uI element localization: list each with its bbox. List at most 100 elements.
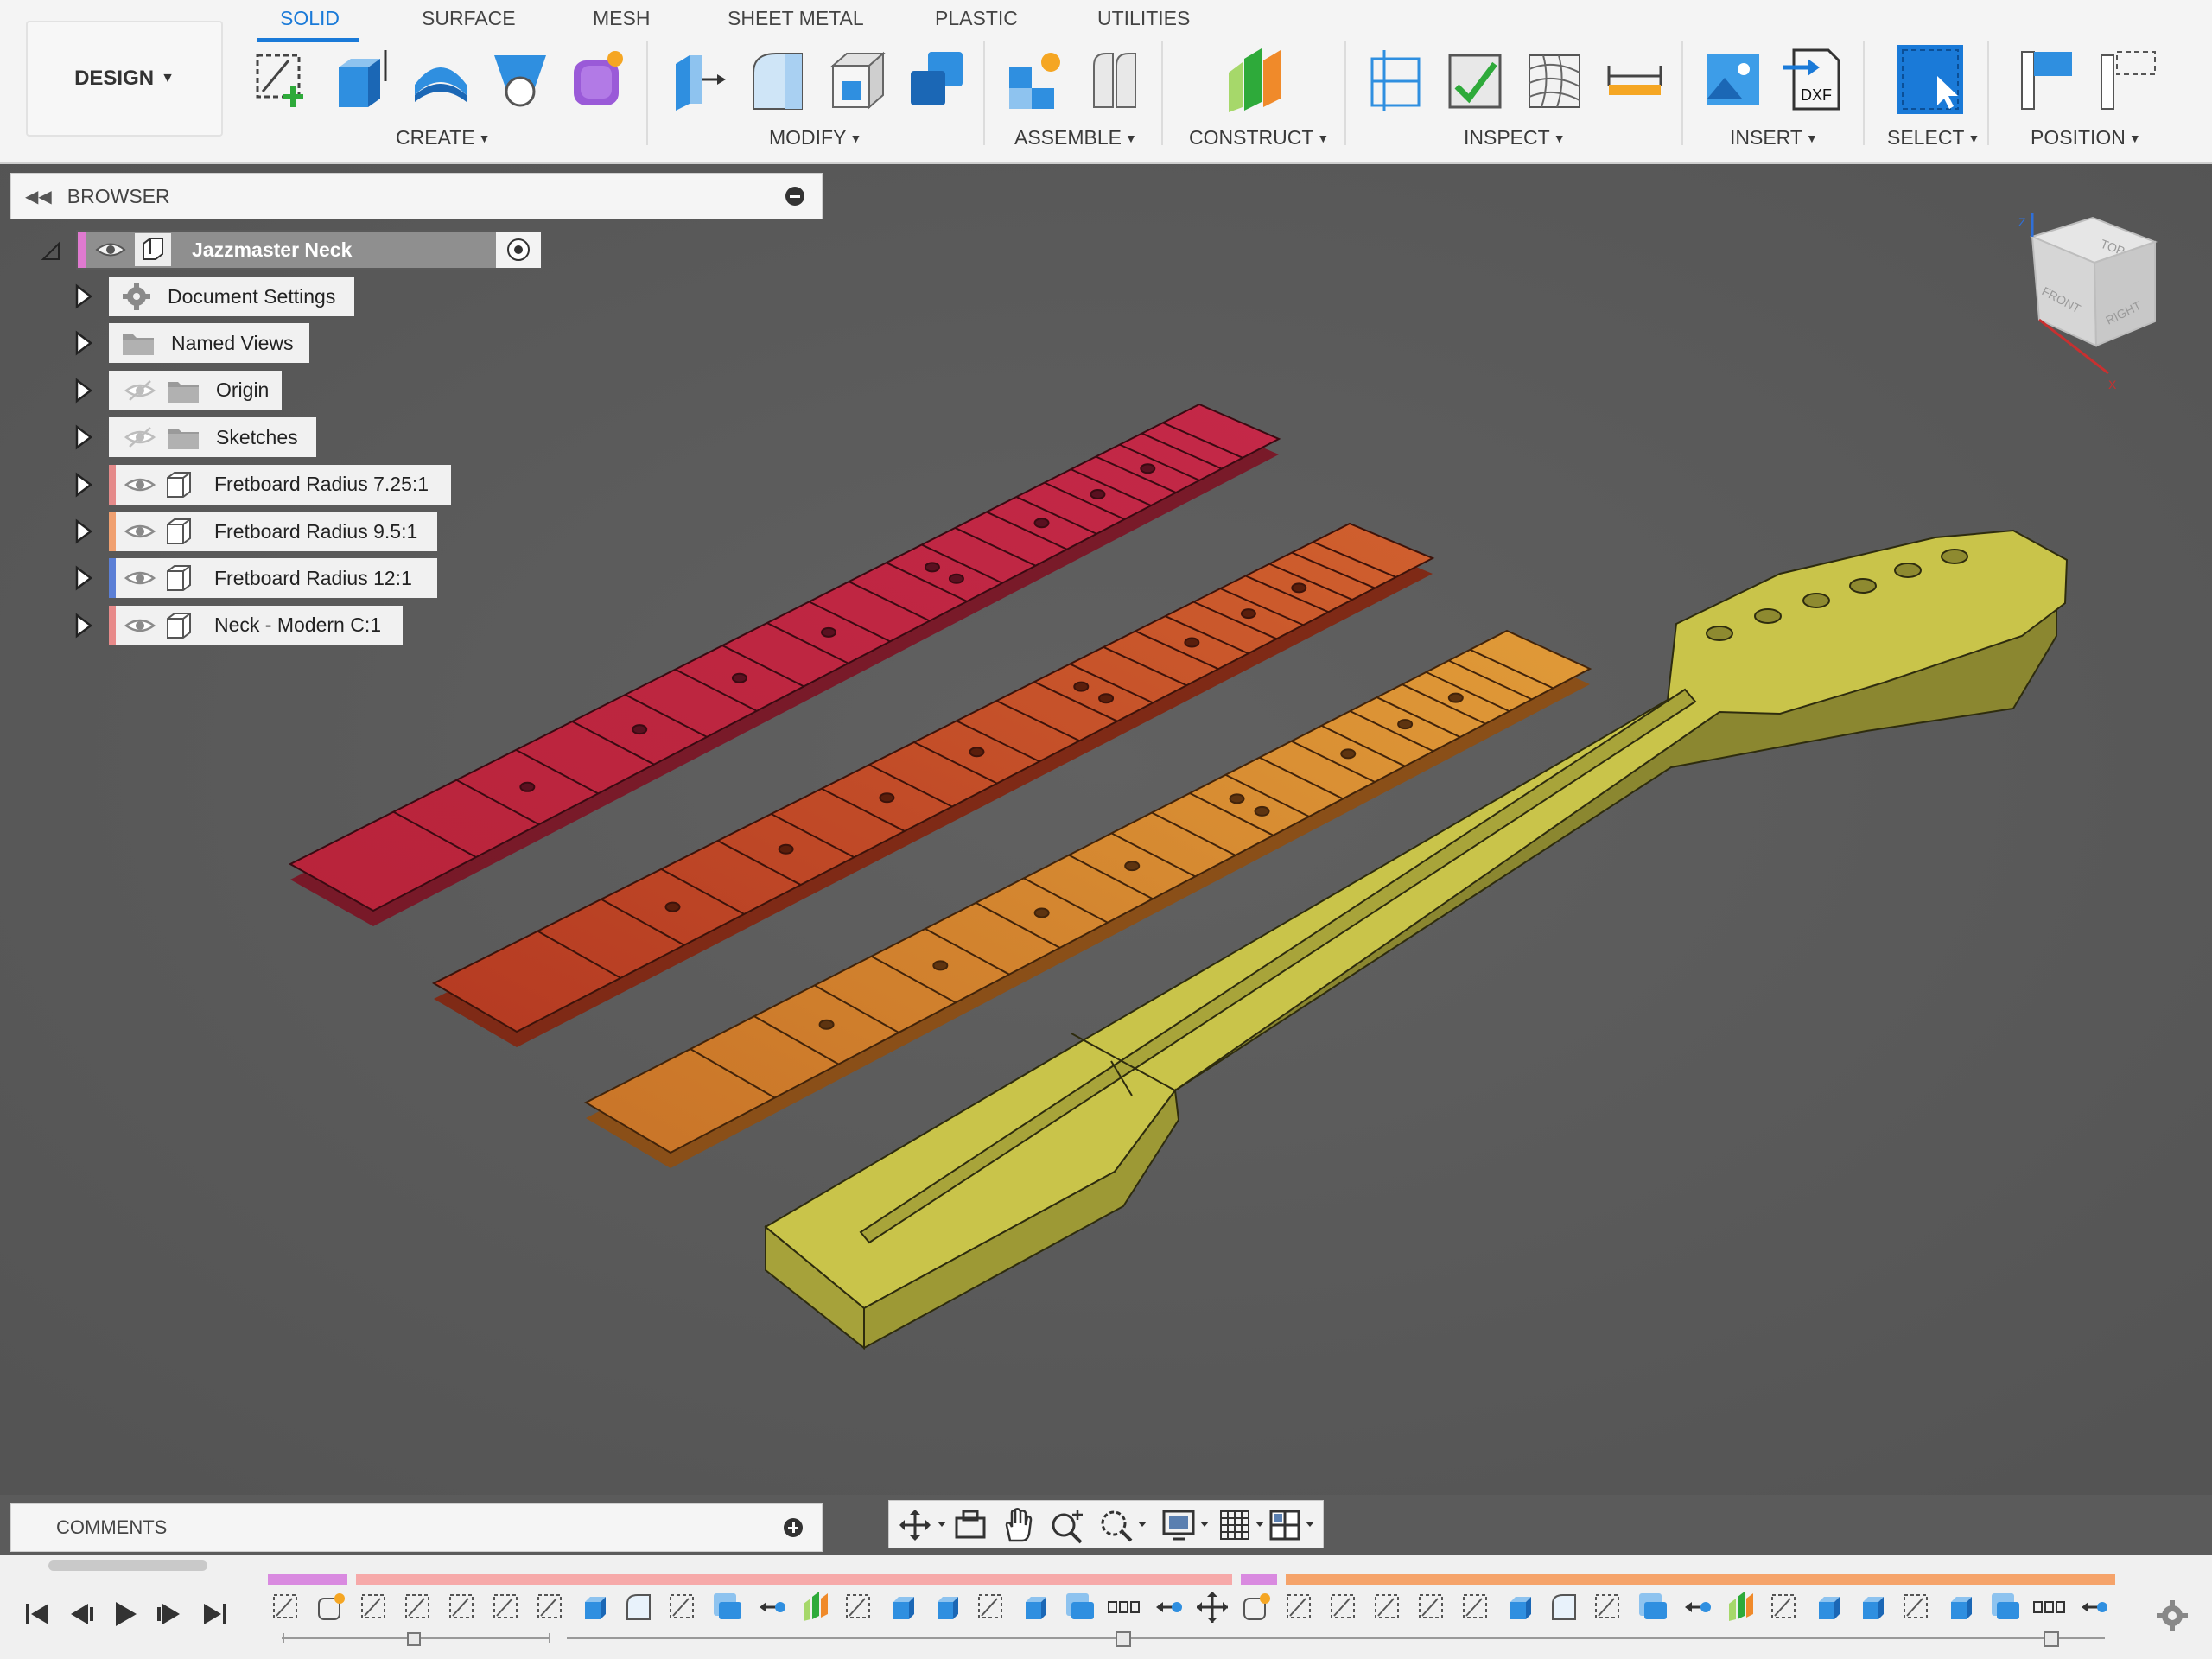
timeline-move-icon[interactable] [2076,1590,2111,1624]
timeline-extrude-icon[interactable] [1944,1590,1979,1624]
timeline-fillet-icon[interactable] [1548,1590,1582,1624]
browser-node-fretboard-radius-12-1[interactable]: Fretboard Radius 12:1 [109,558,437,599]
activate-radio-icon[interactable] [496,232,541,268]
expand-triangle-icon[interactable] [73,378,93,404]
timeline-sketch-icon[interactable] [402,1590,436,1624]
timeline-sketch-icon[interactable] [1900,1590,1935,1624]
timeline-sketch-icon[interactable] [666,1590,701,1624]
timeline-split-icon[interactable] [1195,1590,1230,1624]
timeline-sketch-icon[interactable] [534,1590,569,1624]
eye-icon[interactable] [124,472,156,498]
timeline-extrude-icon[interactable] [1503,1590,1538,1624]
section-analysis-icon[interactable] [1365,47,1427,112]
timeline-sketch-icon[interactable] [490,1590,524,1624]
extrude-icon[interactable] [330,47,392,112]
eye-icon[interactable] [124,565,156,591]
timeline-sketch-icon[interactable] [1415,1590,1450,1624]
browser-node-neck-modern-c-1[interactable]: Neck - Modern C:1 [109,605,403,645]
expand-triangle-icon[interactable] [73,283,93,309]
modify-menu[interactable]: MODIFY ▼ [769,126,861,149]
shell-icon[interactable] [826,47,888,112]
timeline-combine-icon[interactable] [1063,1590,1097,1624]
go-to-end-icon[interactable] [197,1597,232,1631]
expand-triangle-icon[interactable] [73,613,93,639]
browser-root-node[interactable]: Jazzmaster Neck [76,230,543,270]
timeline-extrude-icon[interactable] [1019,1590,1053,1624]
timeline-settings-gear-icon[interactable] [2155,1599,2190,1633]
timeline-extrude-icon[interactable] [887,1590,921,1624]
timeline-sketch-icon[interactable] [1327,1590,1362,1624]
revolve-icon[interactable] [410,47,472,112]
grid-settings-icon[interactable] [1217,1506,1273,1544]
orbit-icon[interactable] [898,1508,950,1542]
construct-menu[interactable]: CONSTRUCT ▼ [1189,126,1329,149]
timeline-sketch-icon[interactable] [270,1590,304,1624]
create-menu[interactable]: CREATE ▼ [396,126,490,149]
timeline-extrude-icon[interactable] [578,1590,613,1624]
browser-node-origin[interactable]: Origin [109,370,282,410]
timeline-move-icon[interactable] [1151,1590,1185,1624]
collapse-triangle-icon[interactable] [40,237,60,263]
pan-hand-icon[interactable] [1001,1506,1036,1544]
timeline-pattern-icon[interactable] [1107,1590,1141,1624]
tab-surface[interactable]: SURFACE [422,7,516,30]
offset-plane-icon[interactable] [1224,47,1286,112]
step-back-icon[interactable] [64,1597,99,1631]
timeline-combine-icon[interactable] [1988,1590,2023,1624]
canvas-viewport[interactable]: TOP FRONT RIGHT Z X [0,164,2212,1495]
timeline-move-icon[interactable] [754,1590,789,1624]
capture-position-icon[interactable] [2096,47,2158,112]
go-to-start-icon[interactable] [21,1597,55,1631]
timeline-scrollbar[interactable] [48,1560,207,1571]
assemble-menu[interactable]: ASSEMBLE ▼ [1014,126,1137,149]
timeline-sketch-icon[interactable] [1768,1590,1802,1624]
fillet-icon[interactable] [747,47,809,112]
timeline-construct-icon[interactable] [798,1590,833,1624]
timeline-extrude-icon[interactable] [1812,1590,1847,1624]
tab-utilities[interactable]: UTILITIES [1097,7,1190,30]
new-component-icon[interactable] [1004,47,1066,112]
press-pull-icon[interactable] [667,47,729,112]
inspect-menu[interactable]: INSPECT ▼ [1464,126,1566,149]
zoom-icon[interactable] [1048,1506,1086,1544]
eye-icon[interactable] [124,613,156,639]
position-menu[interactable]: POSITION ▼ [2031,126,2141,149]
insert-menu[interactable]: INSERT ▼ [1730,126,1818,149]
select-icon[interactable] [1896,43,1965,116]
expand-triangle-icon[interactable] [73,518,93,544]
timeline-sketch-icon[interactable] [1283,1590,1318,1624]
tab-sheet-metal[interactable]: SHEET METAL [728,7,864,30]
combine-icon[interactable] [906,47,968,112]
timeline-sketch-icon[interactable] [842,1590,877,1624]
expand-triangle-icon[interactable] [73,472,93,498]
timeline-fillet-icon[interactable] [622,1590,657,1624]
step-forward-icon[interactable] [152,1597,187,1631]
eye-icon[interactable] [95,237,126,263]
expand-triangle-icon[interactable] [73,424,93,450]
timeline-pattern-icon[interactable] [2032,1590,2067,1624]
insert-dxf-icon[interactable]: DXF [1782,47,1844,112]
joint-icon[interactable] [1084,47,1146,112]
timeline-form-icon[interactable] [314,1590,348,1624]
timeline-combine-icon[interactable] [1636,1590,1670,1624]
tab-solid[interactable]: SOLID [280,7,340,30]
timeline-sketch-icon[interactable] [1371,1590,1406,1624]
new-sketch-icon[interactable] [251,47,313,112]
collapse-panel-icon[interactable]: ◀◀ [25,186,52,207]
eye-hidden-icon[interactable] [124,378,156,404]
browser-node-named-views[interactable]: Named Views [109,323,309,364]
timeline-construct-icon[interactable] [1724,1590,1758,1624]
timeline-sketch-icon[interactable] [1459,1590,1494,1624]
tab-plastic[interactable]: PLASTIC [935,7,1018,30]
expand-triangle-icon[interactable] [73,565,93,591]
insert-image-icon[interactable] [1702,47,1764,112]
minimize-panel-icon[interactable] [785,187,804,206]
expand-triangle-icon[interactable] [73,330,93,356]
timeline-combine-icon[interactable] [710,1590,745,1624]
timeline-extrude-icon[interactable] [1856,1590,1891,1624]
timeline-sketch-icon[interactable] [975,1590,1009,1624]
align-icon[interactable] [2017,47,2079,112]
timeline-extrude-icon[interactable] [931,1590,965,1624]
timeline-move-icon[interactable] [1680,1590,1714,1624]
fit-zoom-icon[interactable] [1096,1506,1152,1544]
